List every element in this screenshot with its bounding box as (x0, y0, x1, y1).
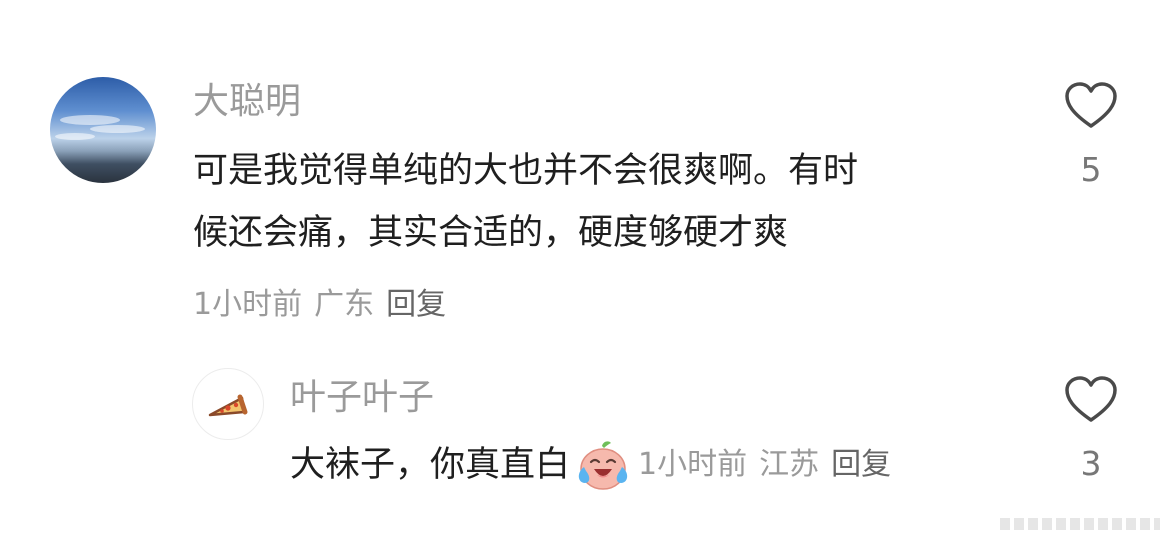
heart-outline-icon (1065, 82, 1117, 128)
comment-text-line-2: 候还会痛，其实合适的，硬度够硬才爽 (193, 213, 789, 253)
watermark (1000, 518, 1160, 530)
commenter-username[interactable]: 大聪明 (193, 82, 301, 122)
reply-line: 大袜子，你真直白 1小时前 江苏 回复 (290, 437, 903, 493)
reply-text: 大袜子，你真直白 (290, 445, 571, 485)
comment-like-button[interactable] (1064, 82, 1118, 134)
comment-text[interactable]: 可是我觉得单纯的大也并不会很爽啊。有时 候还会痛，其实合适的，硬度够硬才爽 (193, 140, 1033, 264)
comment-like-count: 5 (1080, 150, 1102, 189)
reply-like-count: 3 (1080, 444, 1102, 483)
pizza-icon (208, 394, 248, 417)
laughing-crying-emoji (578, 441, 628, 490)
reply-username[interactable]: 叶子叶子 (290, 378, 434, 418)
comment-meta: 1小时前 广东 回复 (193, 287, 458, 323)
heart-outline-icon (1065, 376, 1117, 422)
comment-reply-button[interactable]: 回复 (386, 287, 446, 322)
comment-location: 广东 (314, 287, 375, 322)
reply-location: 江苏 (759, 447, 820, 482)
reply-time: 1小时前 (638, 447, 748, 482)
reply-like-button[interactable] (1064, 376, 1118, 428)
comment-time: 1小时前 (193, 287, 303, 322)
comment-text-line-1: 可是我觉得单纯的大也并不会很爽啊。有时 (193, 151, 859, 191)
reply-meta: 1小时前 江苏 回复 (638, 447, 903, 483)
reply-reply-button[interactable]: 回复 (831, 447, 891, 482)
commenter-avatar[interactable] (50, 77, 156, 183)
reply-avatar[interactable] (192, 368, 264, 440)
